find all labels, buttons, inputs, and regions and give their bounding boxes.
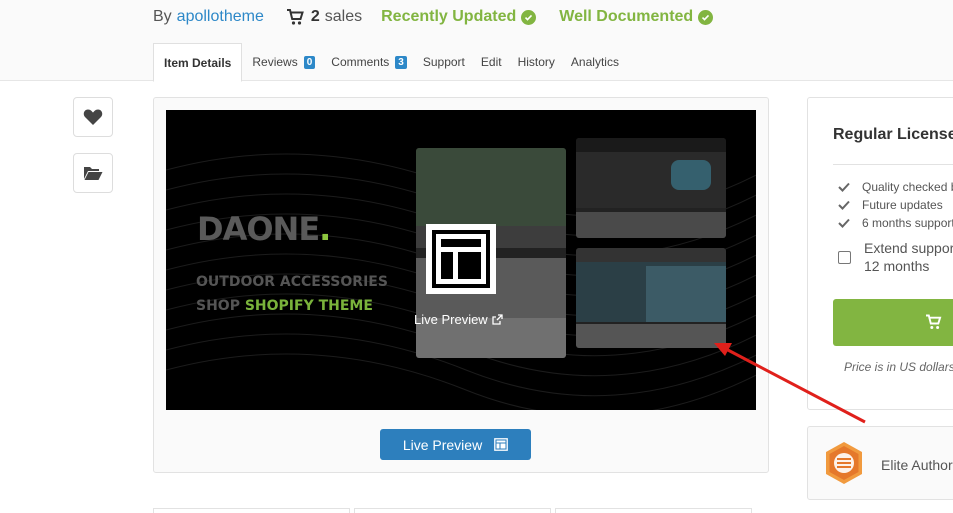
cart-icon: [286, 9, 304, 25]
extend-support-label: Extend support to 12 months: [864, 240, 953, 274]
tab-edit[interactable]: Edit: [473, 43, 510, 81]
divider: [833, 164, 953, 165]
recently-updated-badge: Recently Updated: [381, 8, 537, 26]
price-note: Price is in US dollars: [844, 360, 953, 374]
well-documented-badge: Well Documented: [559, 8, 714, 26]
license-panel: Regular License Quality checked by Futur…: [807, 97, 953, 410]
item-preview-panel: DAONE. OUTDOOR ACCESSORIES SHOP SHOPIFY …: [153, 97, 769, 473]
tab-comments[interactable]: Comments 3: [323, 43, 415, 81]
comments-count-badge: 3: [395, 55, 407, 69]
checkmark-icon: [838, 200, 850, 210]
license-feature-label: Future updates: [862, 198, 943, 212]
mockup-screen-bottom: [576, 248, 726, 348]
license-feature: 6 months support: [838, 216, 953, 230]
license-feature-label: Quality checked by: [862, 180, 953, 194]
elite-author-badge-icon: [826, 442, 862, 484]
layout-icon: [426, 224, 496, 294]
elite-author-label: Elite Author: [881, 457, 953, 473]
checkmark-icon: [838, 182, 850, 192]
license-title: Regular License: [833, 126, 953, 143]
sales-label: sales: [324, 8, 363, 25]
reviews-count-badge: 0: [303, 55, 316, 69]
license-feature: Quality checked by: [838, 180, 953, 194]
cart-icon: [926, 314, 942, 329]
tab-label: History: [517, 55, 555, 69]
tagline-line-2a: SHOP: [196, 298, 240, 314]
live-preview-overlay[interactable]: Live Preview: [414, 312, 503, 327]
tab-label: Item Details: [164, 55, 232, 70]
theme-logo-text: DAONE: [197, 210, 320, 248]
tab-support[interactable]: Support: [415, 43, 473, 81]
add-to-cart-button[interactable]: [833, 299, 953, 346]
add-to-collection-button[interactable]: [73, 153, 113, 193]
preview-image[interactable]: DAONE. OUTDOOR ACCESSORIES SHOP SHOPIFY …: [166, 110, 756, 410]
author-link[interactable]: apollotheme: [177, 8, 264, 26]
tab-label: Support: [422, 55, 465, 69]
item-tabs: Item Details Reviews 0 Comments 3 Suppor…: [153, 43, 627, 82]
bottom-panel-edge: [153, 508, 350, 513]
mockup-screen-top: [576, 138, 726, 238]
tab-label: Reviews: [252, 55, 298, 69]
well-documented-label: Well Documented: [559, 8, 694, 25]
theme-tagline: OUTDOOR ACCESSORIES SHOP SHOPIFY THEME: [196, 270, 388, 318]
tab-item-details[interactable]: Item Details: [153, 43, 243, 82]
favorite-button[interactable]: [73, 97, 113, 137]
license-feature-label: 6 months support: [862, 216, 953, 230]
live-preview-overlay-label: Live Preview: [414, 312, 488, 327]
sales-count: 2: [310, 8, 320, 25]
tab-history[interactable]: History: [510, 43, 563, 81]
item-meta-row: By apollotheme 2 sales Recently Updated …: [153, 6, 714, 28]
folder-open-icon: [84, 167, 103, 180]
tagline-line-2b: SHOPIFY THEME: [244, 298, 373, 314]
by-label: By: [153, 8, 172, 25]
tab-label: Analytics: [570, 55, 619, 69]
tab-label: Comments: [331, 55, 390, 69]
tab-reviews[interactable]: Reviews 0: [244, 43, 323, 81]
elite-author-panel: Elite Author: [807, 426, 953, 500]
layout-icon: [494, 438, 509, 451]
heart-icon: [83, 109, 103, 125]
tab-label: Edit: [480, 55, 502, 69]
checkmark-icon: [838, 218, 850, 228]
bottom-panel-edge: [555, 508, 752, 513]
bottom-panel-edge: [354, 508, 551, 513]
theme-logo-dot: .: [319, 210, 331, 248]
check-circle-icon: [521, 9, 537, 25]
live-preview-button[interactable]: Live Preview: [380, 429, 531, 460]
recently-updated-label: Recently Updated: [381, 8, 517, 25]
live-preview-button-label: Live Preview: [402, 436, 483, 453]
check-circle-icon: [698, 9, 714, 25]
tagline-line-1: OUTDOOR ACCESSORIES: [196, 274, 388, 290]
theme-logo: DAONE.: [197, 210, 331, 248]
tab-analytics[interactable]: Analytics: [563, 43, 627, 81]
external-link-icon: [492, 314, 503, 325]
extend-support-checkbox[interactable]: [838, 251, 851, 264]
license-feature: Future updates: [838, 198, 943, 212]
